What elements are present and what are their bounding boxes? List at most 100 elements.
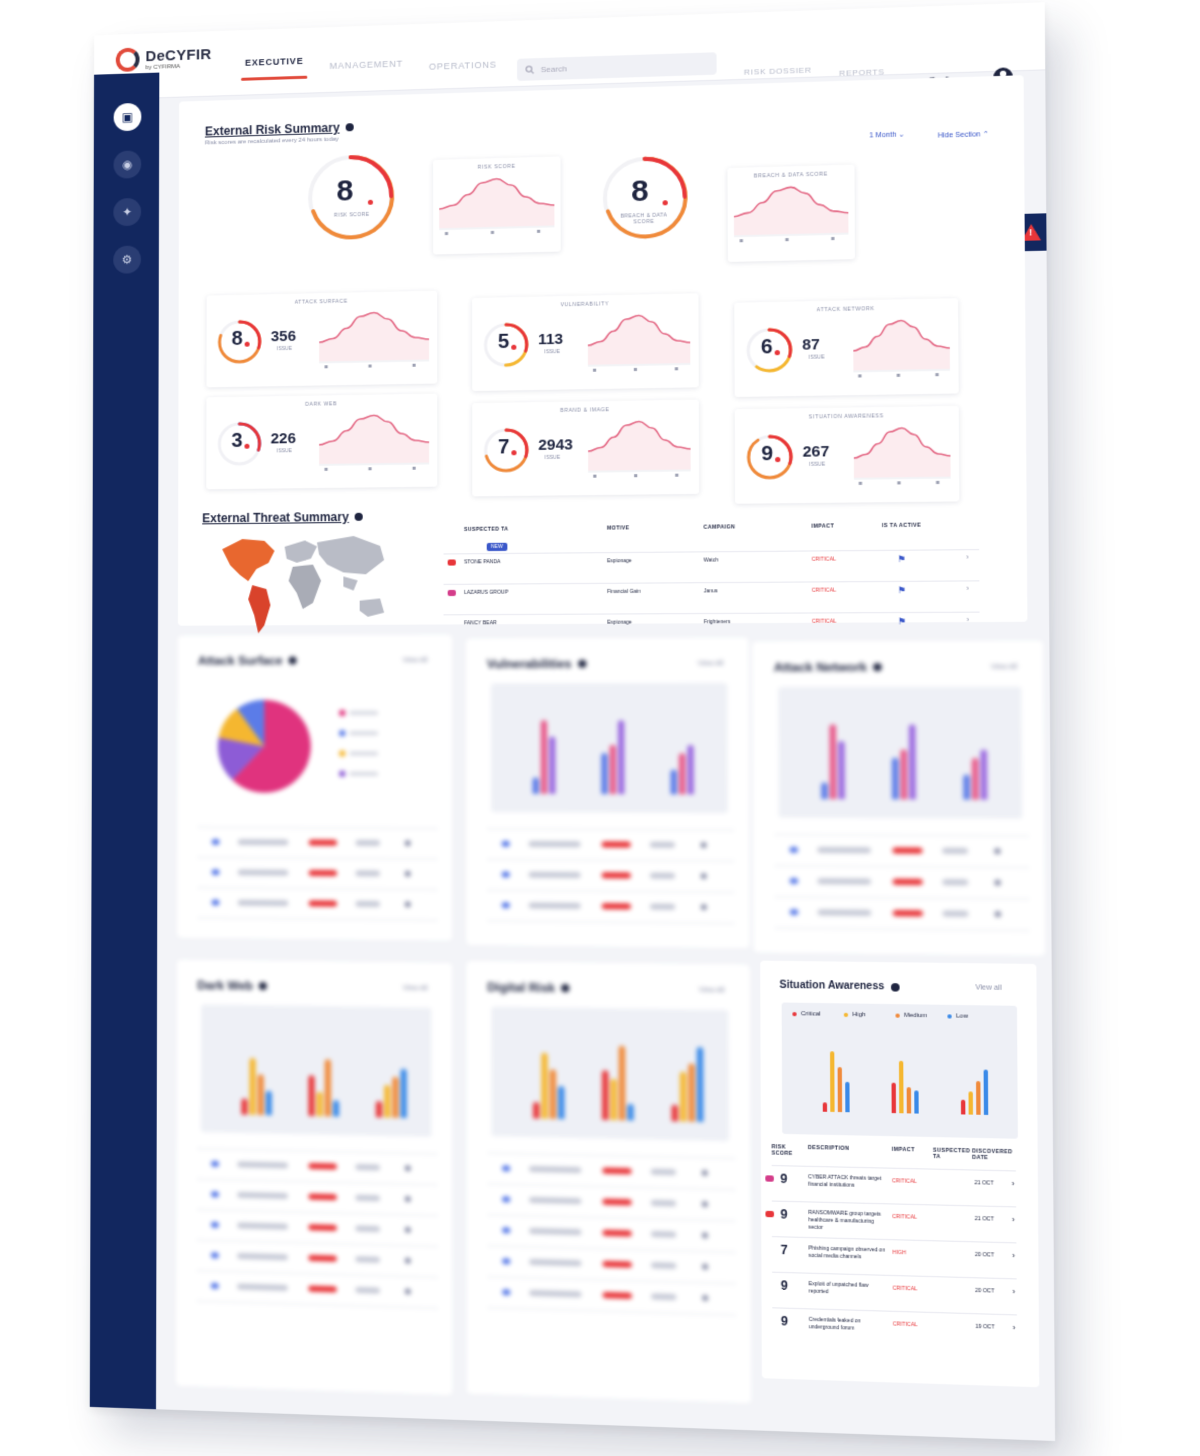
widget-row-cell (602, 1229, 632, 1237)
chart-bar (316, 1091, 323, 1117)
metric-card[interactable]: SITUATION AWARENESS 9 267 ISSUE (734, 405, 960, 504)
metric-issue-label: ISSUE (276, 345, 292, 353)
info-icon[interactable] (288, 656, 297, 665)
hide-section-button[interactable]: Hide Section ⌃ (938, 130, 989, 140)
tab-risk-dossier[interactable]: RISK DOSSIER (744, 65, 812, 76)
chart-bar (533, 1101, 540, 1119)
sparkline-tick (490, 230, 494, 234)
widget-row-cell (700, 841, 707, 849)
country-flag-icon (447, 589, 456, 597)
tab-reports[interactable]: REPORTS (839, 67, 885, 78)
metric-card[interactable]: ATTACK SURFACE 8 356 ISSUE (206, 290, 438, 388)
info-icon[interactable] (890, 982, 900, 992)
widget-title: Attack Network (774, 660, 883, 675)
info-icon[interactable] (354, 512, 364, 521)
row-expand-icon[interactable]: › (1012, 1215, 1015, 1225)
situation-date: 21 OCT (974, 1215, 994, 1223)
widget-title-text: Situation Awareness (779, 979, 885, 993)
view-all-link[interactable]: View All (991, 664, 1018, 671)
widget-row-cell (529, 1165, 582, 1174)
chart-bar (601, 752, 608, 795)
breach-trend-card: BREACH & DATA SCORE (727, 164, 855, 262)
sparkline-tick (831, 236, 835, 241)
info-icon[interactable] (561, 983, 570, 993)
row-expand-icon[interactable]: › (967, 617, 970, 624)
chart-bar (257, 1074, 264, 1116)
period-select[interactable]: 1 Month ⌄ (869, 130, 904, 139)
widget-row-cell (601, 841, 631, 848)
metric-card[interactable]: ATTACK NETWORK 6 87 ISSUE (734, 298, 959, 398)
sparkline-tick (896, 373, 900, 377)
sparkline-tick (785, 238, 789, 242)
situation-chart: Critical High Medium Low (781, 1002, 1018, 1139)
row-expand-icon[interactable]: › (1012, 1251, 1015, 1261)
widget-row-cell (942, 879, 969, 886)
widget-row-cell (701, 1169, 708, 1177)
widget-row-cell (308, 839, 338, 846)
legend-swatch (339, 750, 346, 757)
chart-bar (617, 720, 625, 795)
widget-row-cell (789, 846, 799, 853)
situation-description: Credentials leaked on underground forum (808, 1316, 861, 1332)
situation-severity: 9 (780, 1313, 789, 1329)
info-icon[interactable] (873, 662, 883, 672)
widget-row-cell (501, 1196, 511, 1203)
widget-row-cell (210, 1221, 219, 1228)
view-all-link[interactable]: View All (699, 987, 725, 995)
threat-table-header: CAMPAIGN (703, 524, 736, 531)
view-all-link[interactable]: View All (698, 660, 724, 667)
info-icon[interactable] (345, 123, 354, 132)
legend-label-placeholder (349, 751, 379, 756)
app-logo[interactable]: DeCYFIR by CYFIRMA (115, 45, 212, 73)
situation-table-header: DESCRIPTION (807, 1144, 850, 1153)
sparkline-tick (674, 367, 679, 371)
threat-icon[interactable]: ✦ (113, 197, 142, 227)
metric-score-dot (775, 456, 781, 463)
threat-cell-campaign: Watch (703, 557, 719, 564)
widget-row-divider (197, 856, 438, 860)
metric-card-title: DARK WEB (305, 401, 338, 408)
legend-swatch (843, 1012, 849, 1018)
dashboard-icon[interactable]: ▣ (113, 102, 142, 132)
metric-card[interactable]: BRAND & IMAGE 7 2943 ISSUE (472, 399, 700, 497)
legend-label-placeholder (349, 731, 379, 736)
metric-card[interactable]: DARK WEB 3 226 ISSUE (206, 393, 438, 490)
metric-card[interactable]: VULNERABILITY 5 113 ISSUE (472, 293, 699, 392)
tab-executive[interactable]: EXECUTIVE (245, 56, 303, 68)
widget-row-cell (355, 1256, 381, 1263)
widget-row-cell (211, 869, 220, 876)
view-all-link[interactable]: View All (403, 657, 428, 664)
risk-trend-card: RISK SCORE (433, 156, 561, 255)
view-all-link[interactable]: View all (975, 984, 1001, 992)
row-expand-icon[interactable]: › (966, 554, 969, 561)
chart-bar (687, 744, 694, 795)
widget-row-divider (487, 1183, 736, 1191)
metric-score-value: 9 (761, 442, 774, 466)
tab-management[interactable]: MANAGEMENT (329, 59, 402, 71)
view-all-link[interactable]: View All (403, 985, 428, 992)
chart-bar (829, 724, 837, 800)
chart-bar (822, 1102, 828, 1112)
tab-operations[interactable]: OPERATIONS (429, 59, 497, 71)
info-icon[interactable] (258, 981, 268, 991)
chart-bar (821, 782, 828, 800)
widget-row-cell (308, 1193, 337, 1201)
row-expand-icon[interactable]: › (1012, 1287, 1015, 1297)
sparkline-tick (633, 367, 638, 372)
row-expand-icon[interactable]: › (1012, 1179, 1015, 1189)
sparkline-tick (897, 481, 901, 485)
row-expand-icon[interactable]: › (1013, 1323, 1016, 1333)
settings-icon[interactable]: ⚙ (113, 245, 142, 274)
metric-issue-label: ISSUE (276, 448, 292, 455)
widget-row-cell (994, 847, 1001, 855)
row-expand-icon[interactable]: › (966, 586, 969, 593)
sparkline-tick (634, 474, 638, 478)
search-input[interactable]: Search (517, 52, 717, 81)
metric-issue-count: 87 (802, 335, 820, 354)
info-icon[interactable] (577, 659, 587, 668)
widget-title: Dark Web (197, 978, 268, 993)
chart-bar (265, 1090, 272, 1116)
external-risk-panel: External Risk Summary Risk scores are re… (177, 75, 1028, 634)
radar-icon[interactable]: ◉ (113, 150, 142, 179)
situation-row-divider (771, 1200, 1017, 1208)
